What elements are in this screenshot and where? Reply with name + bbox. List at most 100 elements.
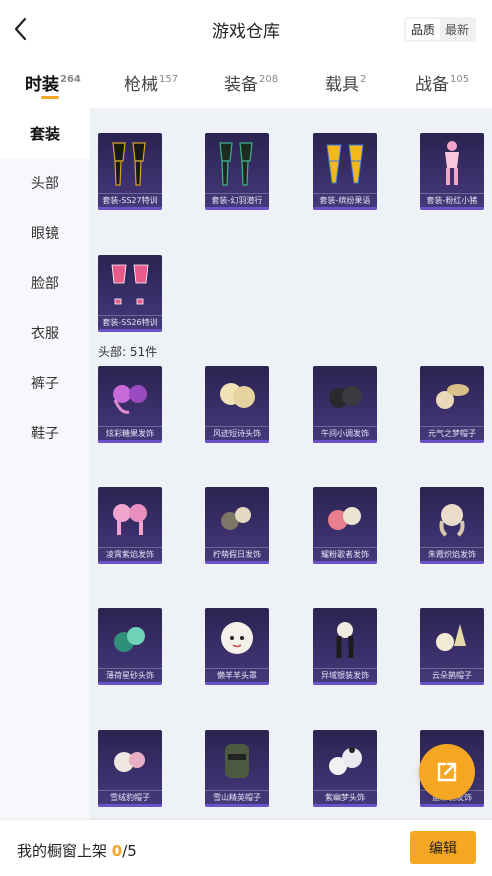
- tab-fashion[interactable]: 时装264: [25, 70, 81, 99]
- hat-icon: [427, 371, 477, 423]
- tab-label: 枪械: [124, 75, 158, 95]
- item-card[interactable]: 雪绒豹帽子: [98, 730, 162, 807]
- hair-icon: [427, 492, 477, 544]
- item-card[interactable]: 风迹短诗头饰: [205, 366, 269, 443]
- item-name: 套装-SS27特训: [98, 193, 162, 207]
- rarity-bar: [313, 207, 377, 210]
- rarity-bar: [420, 682, 484, 685]
- tab-count: 157: [159, 74, 179, 85]
- hair-icon: [320, 371, 370, 423]
- showcase-bar: 我的橱窗上架 0/5 编辑: [0, 820, 492, 876]
- rarity-bar: [205, 440, 269, 443]
- helmet-icon: [212, 735, 262, 787]
- item-card[interactable]: 柠萌假日发饰: [205, 487, 269, 564]
- item-card[interactable]: 耀粉歌者发饰: [313, 487, 377, 564]
- rarity-bar: [98, 207, 162, 210]
- outfit-icon: [320, 138, 370, 190]
- item-card[interactable]: 元气之梦帽子: [420, 366, 484, 443]
- rarity-bar: [98, 804, 162, 807]
- sidebar-item-head[interactable]: 头部: [0, 158, 90, 208]
- tab-count: 264: [60, 74, 81, 85]
- item-card[interactable]: 薄荷星砂头饰: [98, 608, 162, 685]
- item-card[interactable]: 云朵鹊帽子: [420, 608, 484, 685]
- item-card[interactable]: 懒羊羊头罩: [205, 608, 269, 685]
- showcase-count: 0: [111, 842, 123, 860]
- item-card[interactable]: 午间小调发饰: [313, 366, 377, 443]
- tab-guns[interactable]: 枪械157: [124, 70, 178, 95]
- sidebar-item-pants[interactable]: 裤子: [0, 358, 90, 408]
- rarity-bar: [420, 561, 484, 564]
- sidebar-item-shoes[interactable]: 鞋子: [0, 408, 90, 458]
- item-card[interactable]: 凌霄紫焰发饰: [98, 487, 162, 564]
- rarity-bar: [205, 561, 269, 564]
- hair-icon: [320, 492, 370, 544]
- sort-quality-button[interactable]: 品质: [406, 19, 440, 40]
- tab-label: 载具: [325, 75, 359, 95]
- rarity-bar: [98, 682, 162, 685]
- item-name: 耀粉歌者发饰: [313, 547, 377, 561]
- rarity-bar: [205, 804, 269, 807]
- item-name: 柠萌假日发饰: [205, 547, 269, 561]
- item-name: 紫幽梦头饰: [313, 790, 377, 804]
- item-grid: 套装-SS27特训 套装-幻羽潜行 套装-缤纷果语 套装-粉红小猪 套装-SS2…: [90, 108, 492, 820]
- item-card[interactable]: 异域银装发饰: [313, 608, 377, 685]
- top-bar: 游戏仓库 品质 最新: [0, 0, 492, 58]
- hair-icon: [320, 613, 370, 665]
- rarity-bar: [205, 682, 269, 685]
- outfit-icon: [105, 260, 155, 312]
- rarity-bar: [313, 682, 377, 685]
- tab-label: 装备: [224, 75, 258, 95]
- rarity-bar: [313, 440, 377, 443]
- sidebar: 套装 头部 眼镜 脸部 衣服 裤子 鞋子: [0, 108, 90, 820]
- external-link-icon: [437, 762, 457, 782]
- item-card[interactable]: 炫彩糖果发饰: [98, 366, 162, 443]
- hair-icon: [105, 492, 155, 544]
- sidebar-item-face[interactable]: 脸部: [0, 258, 90, 308]
- sort-newest-button[interactable]: 最新: [440, 19, 474, 40]
- item-card[interactable]: 套装-幻羽潜行: [205, 133, 269, 210]
- item-name: 午间小调发饰: [313, 426, 377, 440]
- category-tabs: 时装264 枪械157 装备208 载具2 战备105: [0, 58, 492, 108]
- item-name: 懒羊羊头罩: [205, 668, 269, 682]
- sidebar-item-clothes[interactable]: 衣服: [0, 308, 90, 358]
- hair-icon: [212, 492, 262, 544]
- item-card[interactable]: 套装-粉红小猪: [420, 133, 484, 210]
- item-card[interactable]: 雪山精英帽子: [205, 730, 269, 807]
- item-name: 元气之梦帽子: [420, 426, 484, 440]
- item-name: 雪绒豹帽子: [98, 790, 162, 804]
- section-title: 头部: 51件: [98, 345, 158, 359]
- item-name: 套装-缤纷果语: [313, 193, 377, 207]
- tab-supplies[interactable]: 战备105: [415, 70, 469, 95]
- sidebar-item-glasses[interactable]: 眼镜: [0, 208, 90, 258]
- tab-vehicles[interactable]: 载具2: [325, 70, 366, 95]
- tab-equipment[interactable]: 装备208: [224, 70, 278, 95]
- rarity-bar: [313, 561, 377, 564]
- hair-icon: [105, 371, 155, 423]
- rarity-bar: [98, 440, 162, 443]
- hat-icon: [105, 735, 155, 787]
- showcase-text: 我的橱窗上架: [17, 842, 108, 860]
- item-name: 套装-粉红小猪: [420, 193, 484, 207]
- rarity-bar: [420, 804, 484, 807]
- item-card[interactable]: 套装-SS27特训: [98, 133, 162, 210]
- edit-button[interactable]: 编辑: [410, 831, 476, 864]
- item-name: 凌霄紫焰发饰: [98, 547, 162, 561]
- item-card[interactable]: 套装-SS26特训: [98, 255, 162, 332]
- item-card[interactable]: 朱霞炽焰发饰: [420, 487, 484, 564]
- hair-icon: [212, 371, 262, 423]
- hair-icon: [320, 735, 370, 787]
- item-name: 套装-幻羽潜行: [205, 193, 269, 207]
- share-button[interactable]: [419, 744, 475, 800]
- rarity-bar: [420, 207, 484, 210]
- item-card[interactable]: 紫幽梦头饰: [313, 730, 377, 807]
- showcase-total: /5: [122, 842, 137, 860]
- tab-label: 战备: [415, 75, 449, 95]
- rarity-bar: [313, 804, 377, 807]
- rarity-bar: [420, 440, 484, 443]
- hat-icon: [427, 613, 477, 665]
- item-name: 云朵鹊帽子: [420, 668, 484, 682]
- sidebar-item-outfit[interactable]: 套装: [0, 108, 90, 158]
- item-card[interactable]: 套装-缤纷果语: [313, 133, 377, 210]
- outfit-icon: [212, 138, 262, 190]
- item-name: 炫彩糖果发饰: [98, 426, 162, 440]
